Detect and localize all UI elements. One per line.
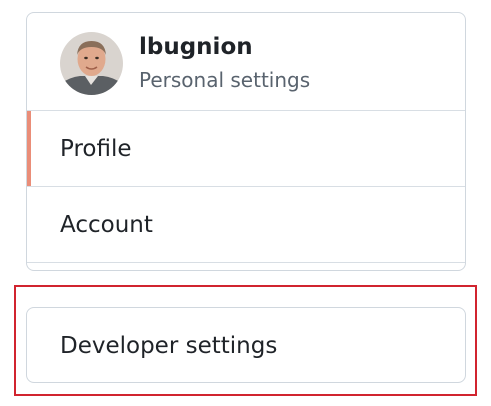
nav-item-profile[interactable]: Profile [27,111,465,187]
nav-item-label: Account [60,212,153,238]
avatar-image [60,32,123,95]
nav-item-label: Profile [60,136,132,162]
active-indicator [27,111,31,186]
nav-item-account[interactable]: Account [27,187,465,263]
user-name[interactable]: lbugnion [139,32,253,62]
developer-settings-label: Developer settings [60,333,278,359]
user-subtitle: Personal settings [139,68,311,92]
avatar[interactable] [60,32,123,95]
settings-page: lbugnion Personal settings Profile Accou… [0,0,491,406]
user-header: lbugnion Personal settings [27,13,465,111]
settings-nav-card: lbugnion Personal settings Profile Accou… [26,12,466,271]
developer-settings-button[interactable]: Developer settings [26,307,466,383]
